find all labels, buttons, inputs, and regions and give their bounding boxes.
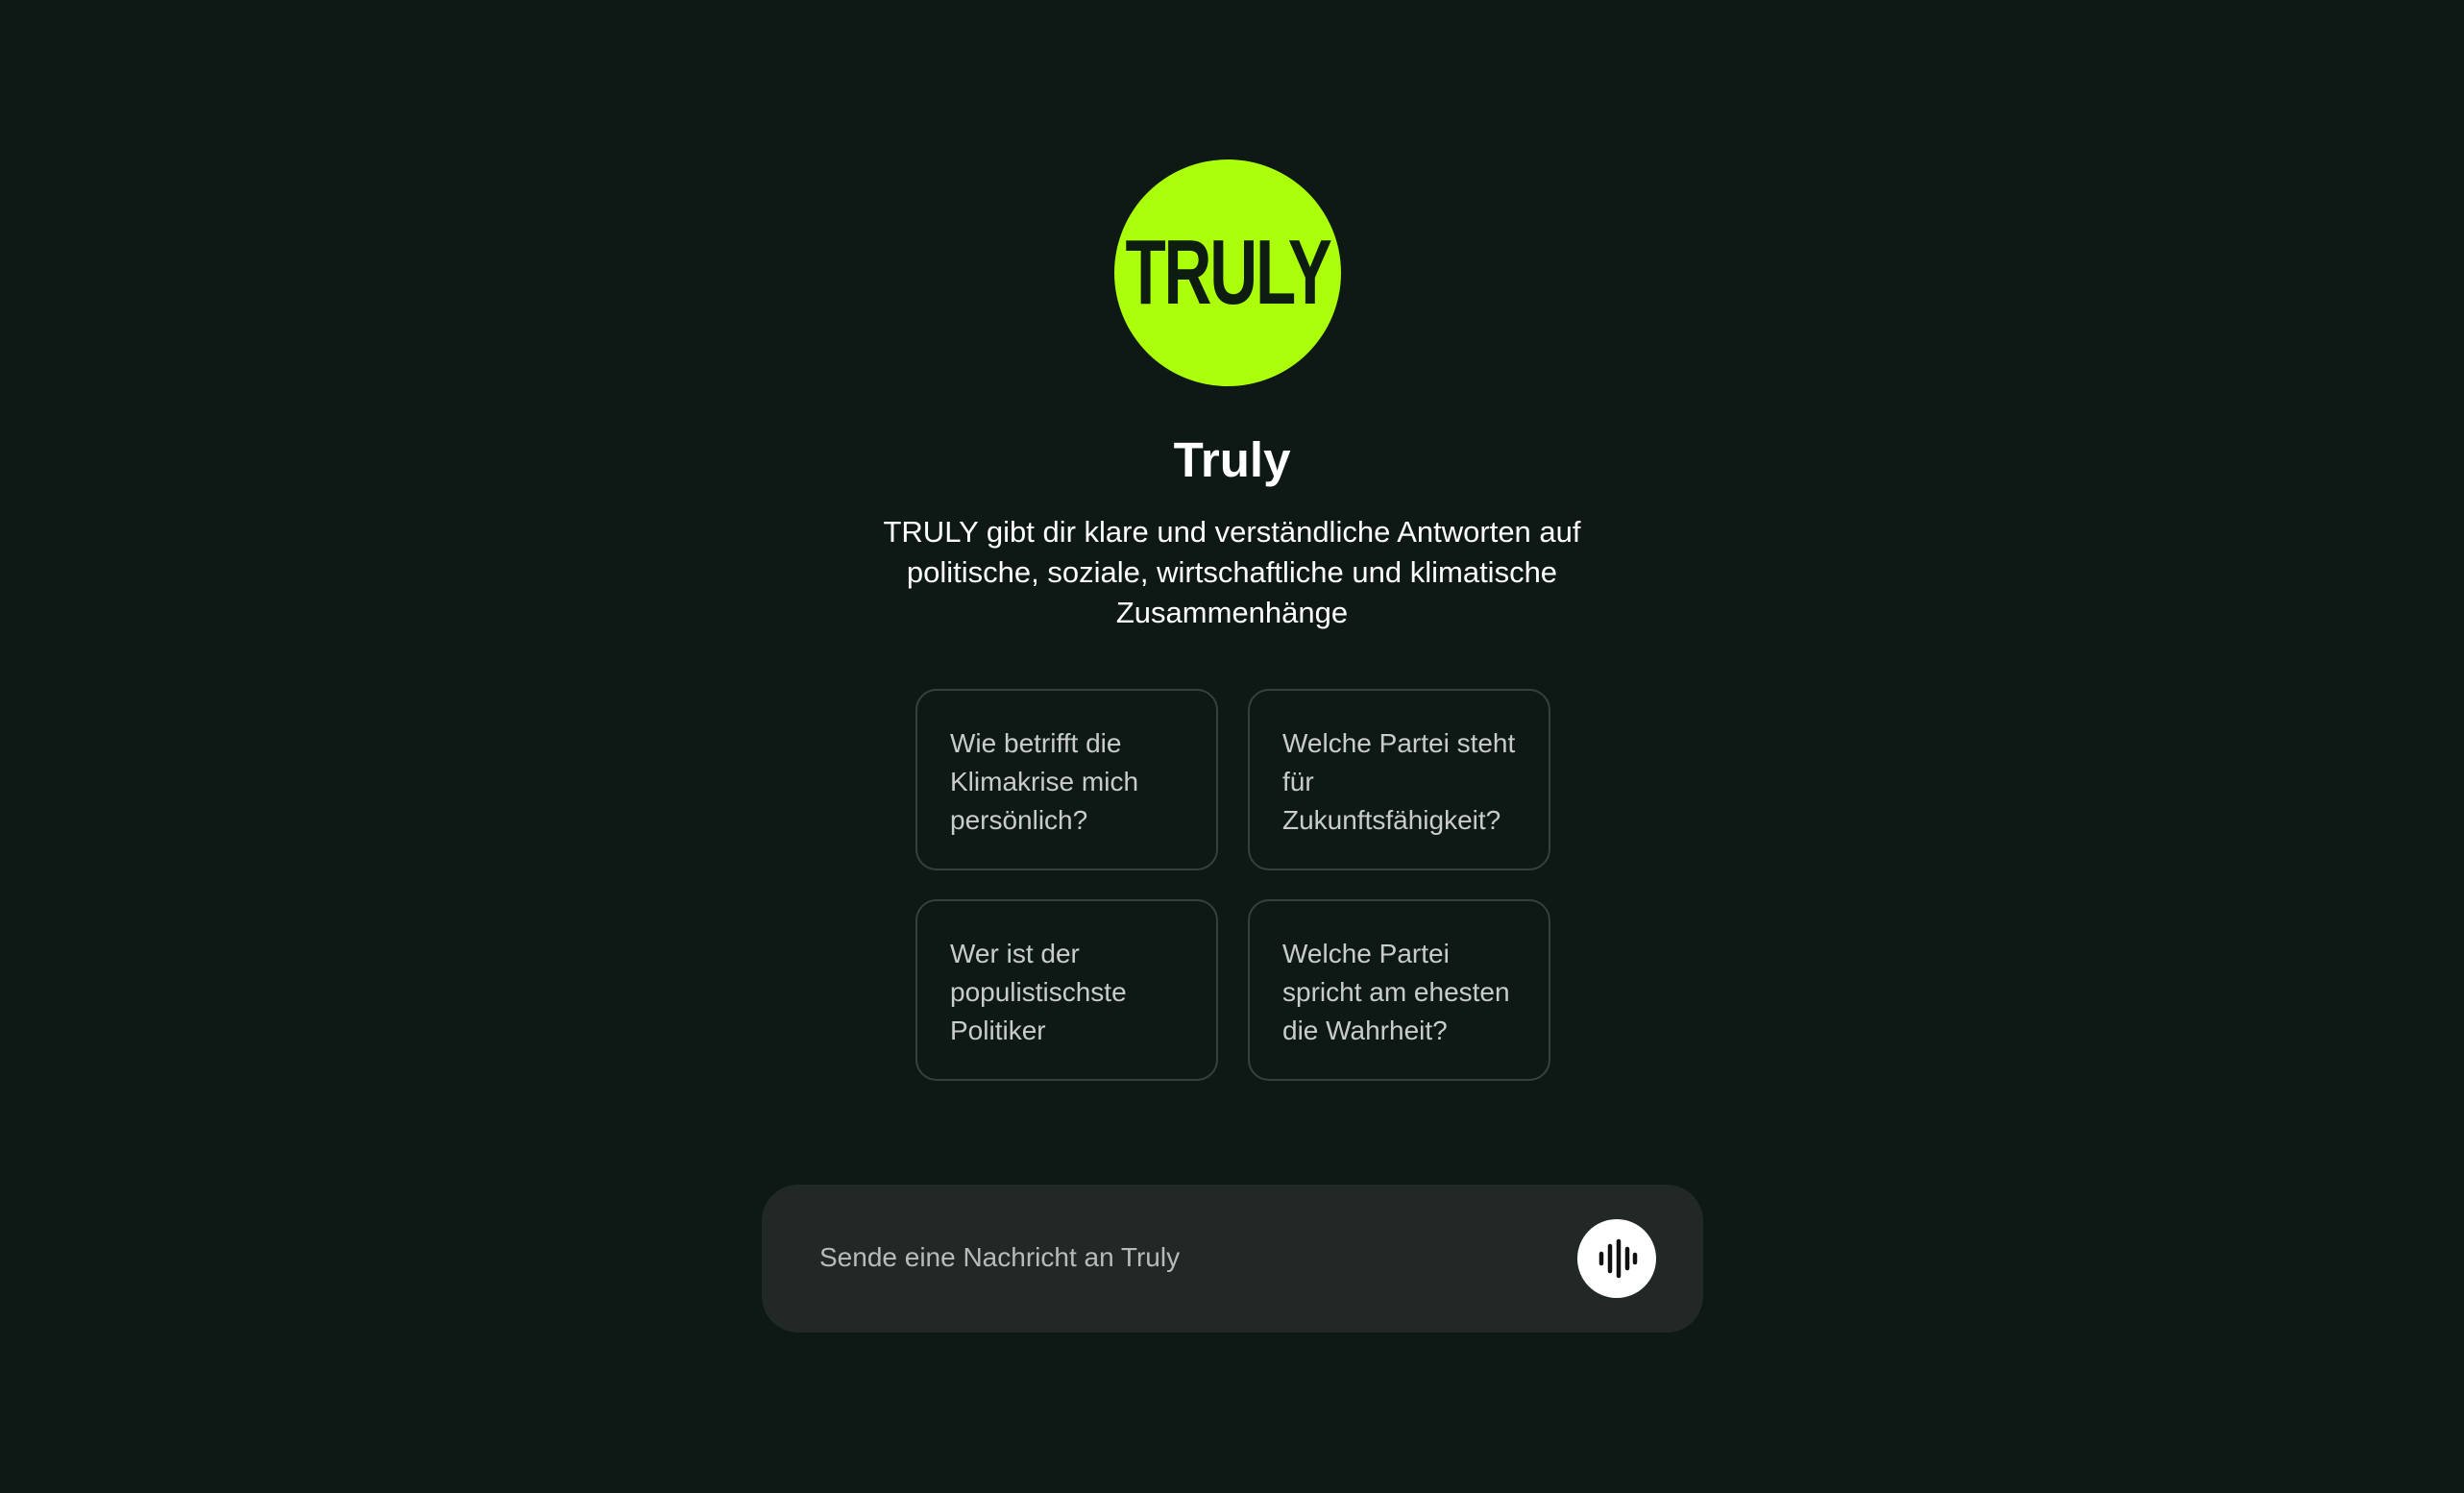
page-title: Truly	[1173, 432, 1291, 487]
suggestion-card-truth-party[interactable]: Welche Partei spricht am ehesten die Wah…	[1248, 899, 1550, 1081]
suggestion-card-climate[interactable]: Wie betrifft die Klimakrise mich persönl…	[915, 689, 1218, 870]
voice-input-button[interactable]	[1577, 1219, 1656, 1298]
message-input[interactable]	[819, 1228, 1549, 1287]
truly-logo: TRULY	[1114, 159, 1341, 386]
suggestion-card-future-party[interactable]: Welche Partei steht für Zukunftsfähigkei…	[1248, 689, 1550, 870]
audio-waveform-icon	[1598, 1238, 1638, 1279]
message-composer	[762, 1185, 1703, 1333]
page-description: TRULY gibt dir klare und verständliche A…	[883, 515, 1581, 629]
suggestion-grid: Wie betrifft die Klimakrise mich persönl…	[915, 689, 1551, 1081]
suggestion-card-populist[interactable]: Wer ist der populistischste Politiker	[915, 899, 1218, 1081]
logo-wordmark: TRULY	[1125, 221, 1331, 324]
